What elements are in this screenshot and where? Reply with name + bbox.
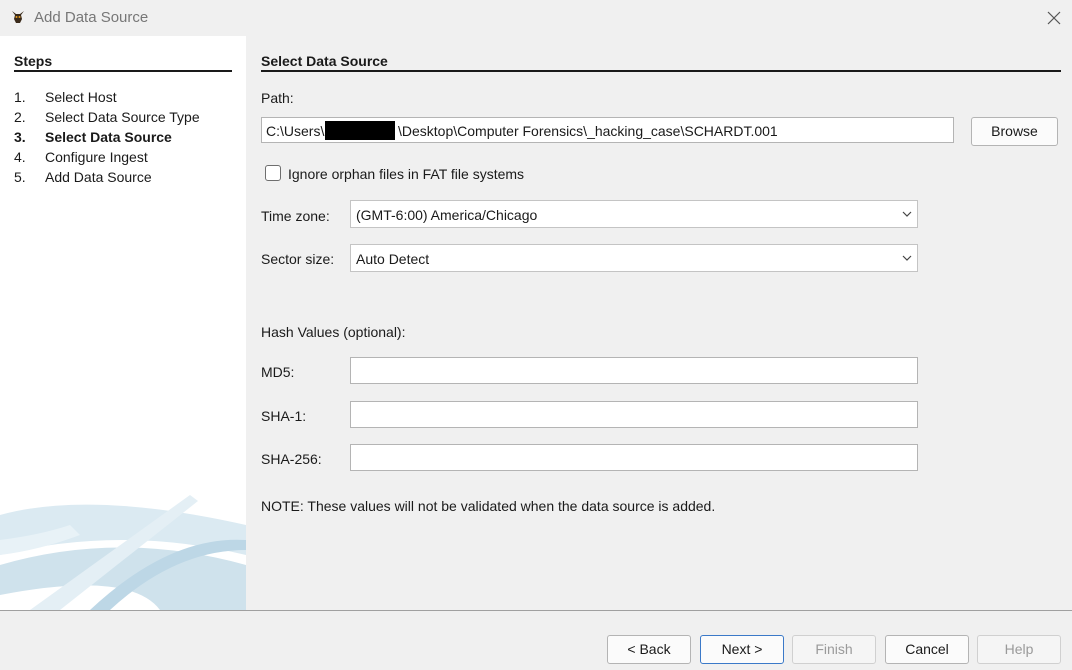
timezone-label: Time zone: — [261, 208, 330, 224]
sector-size-select[interactable]: Auto Detect — [350, 244, 918, 272]
step-label: Select Data Source — [45, 129, 172, 145]
autopsy-dog-icon — [12, 11, 24, 23]
sha1-label: SHA-1: — [261, 408, 307, 424]
timezone-value: (GMT-6:00) America/Chicago — [356, 207, 538, 223]
steps-panel: Steps 1. Select Host 2. Select Data Source… — [0, 36, 246, 610]
step-4: 4. Configure Ingest — [14, 149, 148, 165]
sha256-label: SHA-256: — [261, 451, 322, 467]
help-button[interactable]: Help — [977, 635, 1061, 664]
step-1: 1. Select Host — [14, 89, 117, 105]
chevron-down-icon — [902, 211, 912, 217]
button-bar: < Back Next > Finish Cancel Help — [0, 610, 1072, 670]
step-number: 4. — [14, 149, 26, 165]
step-5: 5. Add Data Source — [14, 169, 152, 185]
window-title: Add Data Source — [34, 9, 149, 26]
redaction-block — [325, 121, 395, 140]
md5-input[interactable] — [350, 357, 918, 384]
step-label: Add Data Source — [45, 169, 152, 185]
steps-header: Steps — [14, 53, 232, 72]
sector-size-value: Auto Detect — [356, 251, 430, 267]
sha256-input[interactable] — [350, 444, 918, 471]
timezone-select[interactable]: (GMT-6:00) America/Chicago — [350, 200, 918, 228]
decorative-swoosh-graphic — [0, 495, 246, 610]
sector-size-label: Sector size: — [261, 251, 335, 267]
close-icon[interactable] — [1044, 8, 1064, 28]
step-number: 2. — [14, 109, 26, 125]
ignore-orphan-label: Ignore orphan files in FAT file systems — [288, 166, 525, 182]
ignore-orphan-checkbox[interactable] — [265, 165, 281, 181]
step-number: 3. — [14, 129, 26, 145]
step-label: Select Data Source Type — [45, 109, 200, 125]
sha1-input[interactable] — [350, 401, 918, 428]
step-number: 5. — [14, 169, 26, 185]
path-label: Path: — [261, 90, 294, 106]
back-button[interactable]: < Back — [607, 635, 691, 664]
path-prefix: C:\Users\ — [266, 123, 325, 139]
step-label: Select Host — [45, 89, 117, 105]
select-data-source-panel: Select Data Source Path: C:\Users\ \Desk… — [246, 36, 1072, 610]
cancel-button[interactable]: Cancel — [885, 635, 969, 664]
finish-button[interactable]: Finish — [792, 635, 876, 664]
title-bar: Add Data Source — [0, 0, 1072, 36]
path-suffix: \Desktop\Computer Forensics\_hacking_cas… — [398, 123, 778, 139]
step-2: 2. Select Data Source Type — [14, 109, 200, 125]
section-title: Select Data Source — [261, 53, 1061, 72]
step-number: 1. — [14, 89, 26, 105]
chevron-down-icon — [902, 255, 912, 261]
step-3: 3. Select Data Source — [14, 129, 172, 145]
md5-label: MD5: — [261, 364, 295, 380]
hash-values-header: Hash Values (optional): — [261, 324, 406, 340]
browse-button[interactable]: Browse — [971, 117, 1058, 146]
validation-note: NOTE: These values will not be validated… — [261, 498, 716, 514]
path-input[interactable]: C:\Users\ \Desktop\Computer Forensics\_h… — [261, 117, 954, 143]
step-label: Configure Ingest — [45, 149, 148, 165]
next-button[interactable]: Next > — [700, 635, 784, 664]
